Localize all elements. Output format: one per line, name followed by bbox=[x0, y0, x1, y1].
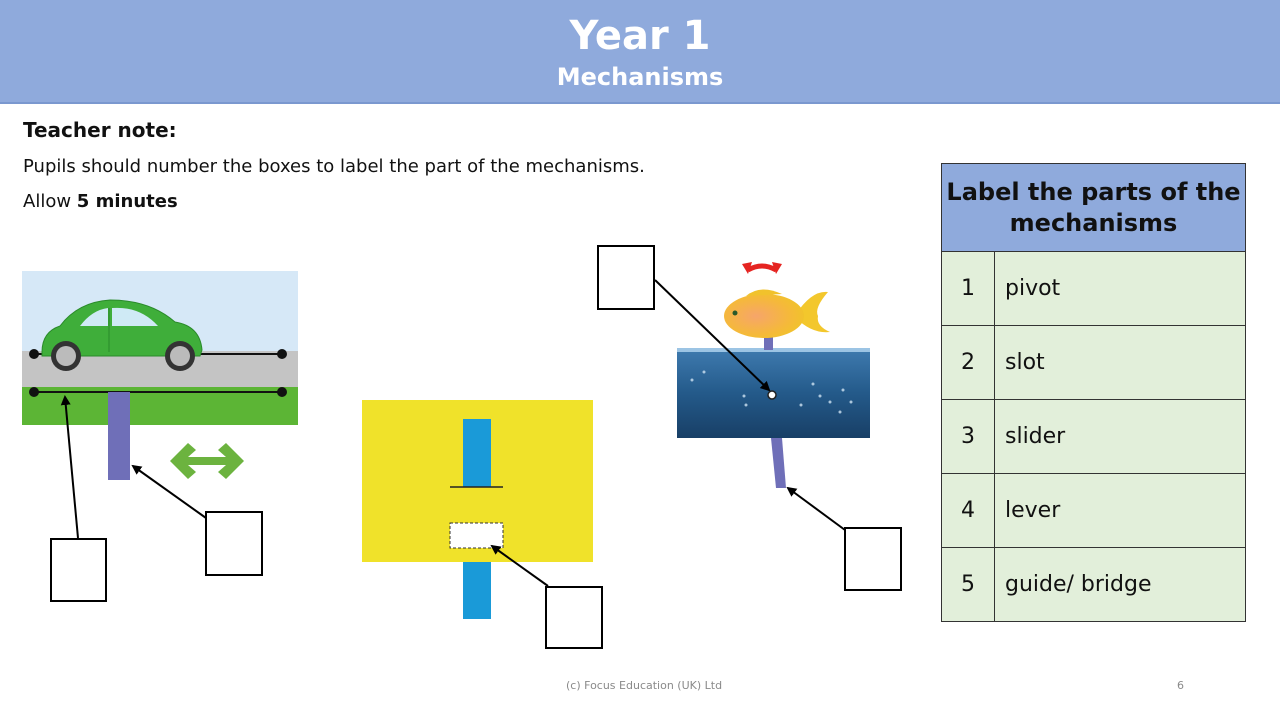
slot-cutout bbox=[449, 522, 504, 549]
table-row: 5 guide/ bridge bbox=[941, 547, 1246, 622]
row-part: lever bbox=[994, 473, 1246, 548]
slider-strip-bottom bbox=[463, 562, 491, 619]
fish-lever-diagram bbox=[654, 262, 870, 531]
pointer-line bbox=[786, 486, 846, 531]
row-number: 2 bbox=[941, 325, 995, 400]
slider-strip-top bbox=[463, 419, 491, 487]
fish-icon bbox=[724, 289, 830, 338]
table-heading: Label the parts of the mechanisms bbox=[941, 163, 1246, 252]
row-part: pivot bbox=[994, 251, 1246, 326]
page-number: 6 bbox=[1177, 679, 1184, 692]
row-part: slider bbox=[994, 399, 1246, 474]
label-key-table: Label the parts of the mechanisms 1 pivo… bbox=[941, 163, 1246, 622]
track-end-dot bbox=[277, 349, 287, 359]
car-slider-diagram bbox=[22, 271, 298, 539]
pointer-line bbox=[131, 464, 207, 519]
lever-handle bbox=[771, 438, 786, 488]
answer-box-car-slider[interactable] bbox=[205, 511, 263, 576]
table-row: 3 slider bbox=[941, 399, 1246, 474]
answer-box-car-guide[interactable] bbox=[50, 538, 107, 602]
track-end-dot bbox=[29, 387, 39, 397]
slider-strip bbox=[108, 392, 130, 480]
row-part: guide/ bridge bbox=[994, 547, 1246, 622]
pivot-point bbox=[767, 390, 777, 400]
copyright-footer: (c) Focus Education (UK) Ltd bbox=[566, 679, 723, 692]
rotate-arrow-icon bbox=[742, 262, 782, 274]
track-end-dot bbox=[29, 349, 39, 359]
table-row: 2 slot bbox=[941, 325, 1246, 400]
row-number: 1 bbox=[941, 251, 995, 326]
answer-box-slot[interactable] bbox=[545, 586, 603, 649]
left-right-arrow-icon bbox=[170, 443, 244, 479]
row-number: 4 bbox=[941, 473, 995, 548]
row-number: 3 bbox=[941, 399, 995, 474]
table-row: 4 lever bbox=[941, 473, 1246, 548]
track-end-dot bbox=[277, 387, 287, 397]
table-row: 1 pivot bbox=[941, 251, 1246, 326]
water-surface bbox=[677, 348, 870, 352]
row-part: slot bbox=[994, 325, 1246, 400]
row-number: 5 bbox=[941, 547, 995, 622]
answer-box-fish-pivot[interactable] bbox=[597, 245, 655, 310]
answer-box-fish-lever[interactable] bbox=[844, 527, 902, 591]
